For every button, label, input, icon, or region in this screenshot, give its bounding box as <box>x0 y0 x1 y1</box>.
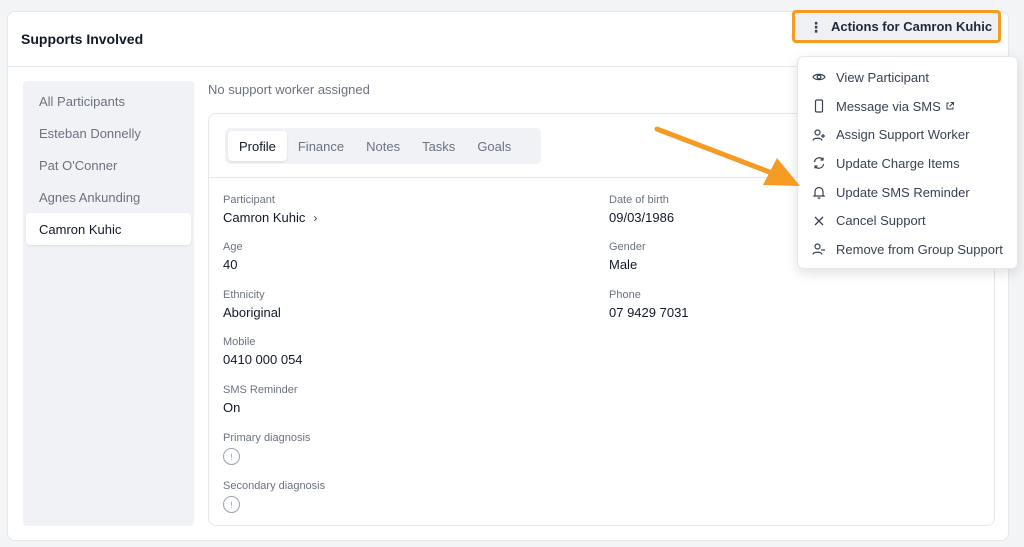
page-title: Supports Involved <box>21 31 144 47</box>
eye-icon <box>812 70 826 84</box>
gender-value: Male <box>609 257 638 272</box>
phone-label: Phone <box>609 289 641 301</box>
phone-value: 07 9429 7031 <box>609 305 689 320</box>
sidebar-item-all-participants[interactable]: All Participants <box>26 85 191 117</box>
chevron-right-icon: › <box>313 210 318 225</box>
menu-item-message-sms[interactable]: Message via SMS <box>798 92 1017 121</box>
participant-label: Participant <box>223 194 275 206</box>
dob-field: Date of birth 09/03/1986 <box>609 194 674 225</box>
participant-link[interactable]: Camron Kuhic › <box>223 210 317 225</box>
participant-value: Camron Kuhic <box>223 210 306 225</box>
menu-item-label: Assign Support Worker <box>836 127 970 143</box>
external-link-icon <box>945 99 955 114</box>
x-icon <box>812 214 826 228</box>
menu-item-update-sms-reminder[interactable]: Update SMS Reminder <box>798 178 1017 207</box>
user-minus-icon <box>812 242 826 256</box>
menu-item-label: Update Charge Items <box>836 155 960 171</box>
menu-item-label: Update SMS Reminder <box>836 184 970 200</box>
actions-button[interactable]: ⋮ Actions for Camron Kuhic <box>792 10 1001 43</box>
menu-item-view-participant[interactable]: View Participant <box>798 63 1017 92</box>
tab-notes[interactable]: Notes <box>355 131 411 161</box>
menu-item-cancel-support[interactable]: Cancel Support <box>798 206 1017 235</box>
dob-value: 09/03/1986 <box>609 210 675 225</box>
menu-item-remove-group-support[interactable]: Remove from Group Support <box>798 235 1017 264</box>
no-worker-text: No support worker assigned <box>208 82 370 97</box>
actions-dropdown-menu: View Participant Message via SMS Assign … <box>797 56 1018 269</box>
gender-label: Gender <box>609 241 646 253</box>
menu-item-assign-support-worker[interactable]: Assign Support Worker <box>798 120 1017 149</box>
sidebar-item-pat-oconner[interactable]: Pat O'Conner <box>26 149 191 181</box>
participants-sidebar: All Participants Esteban Donnelly Pat O'… <box>23 81 194 526</box>
age-label: Age <box>223 241 243 253</box>
mobile-field: Mobile 0410 000 054 <box>223 336 303 367</box>
secondary-diagnosis-label: Secondary diagnosis <box>223 480 326 492</box>
sms-reminder-label: SMS Reminder <box>223 384 298 396</box>
sidebar-item-camron-kuhic[interactable]: Camron Kuhic <box>26 213 191 245</box>
menu-item-update-charge-items[interactable]: Update Charge Items <box>798 149 1017 178</box>
info-circle-icon: ! <box>223 496 240 513</box>
sms-reminder-field: SMS Reminder On <box>223 384 298 415</box>
gender-field: Gender Male <box>609 241 646 272</box>
primary-diagnosis-label: Primary diagnosis <box>223 432 311 444</box>
menu-item-label: Message via SMS <box>836 98 941 114</box>
tab-tasks[interactable]: Tasks <box>411 131 466 161</box>
menu-item-label: Remove from Group Support <box>836 241 1003 257</box>
user-plus-icon <box>812 128 826 142</box>
bell-icon <box>812 185 826 199</box>
age-value: 40 <box>223 257 238 272</box>
tab-profile[interactable]: Profile <box>228 131 287 161</box>
age-field: Age 40 <box>223 241 243 272</box>
menu-item-label: Cancel Support <box>836 213 926 229</box>
kebab-menu-icon: ⋮ <box>809 18 823 35</box>
sidebar-item-agnes-ankunding[interactable]: Agnes Ankunding <box>26 181 191 213</box>
primary-diagnosis-field: Primary diagnosis ! <box>223 432 310 465</box>
dob-label: Date of birth <box>609 194 669 206</box>
phone-field: Phone 07 9429 7031 <box>609 289 689 320</box>
secondary-diagnosis-field: Secondary diagnosis ! <box>223 480 325 513</box>
tab-goals[interactable]: Goals <box>466 131 522 161</box>
ethnicity-label: Ethnicity <box>223 289 265 301</box>
ethnicity-field: Ethnicity Aboriginal <box>223 289 281 320</box>
sms-reminder-value: On <box>223 400 241 415</box>
actions-button-label: Actions for Camron Kuhic <box>831 19 993 34</box>
ethnicity-value: Aboriginal <box>223 305 281 320</box>
phone-icon <box>812 99 826 113</box>
menu-item-label: View Participant <box>836 69 929 85</box>
participant-field: Participant Camron Kuhic › <box>223 194 317 225</box>
mobile-label: Mobile <box>223 336 256 348</box>
tab-bar: Profile Finance Notes Tasks Goals <box>225 128 541 164</box>
sidebar-item-esteban-donnelly[interactable]: Esteban Donnelly <box>26 117 191 149</box>
mobile-value: 0410 000 054 <box>223 352 303 367</box>
tab-finance[interactable]: Finance <box>287 131 355 161</box>
refresh-icon <box>812 156 826 170</box>
info-circle-icon: ! <box>223 448 240 465</box>
